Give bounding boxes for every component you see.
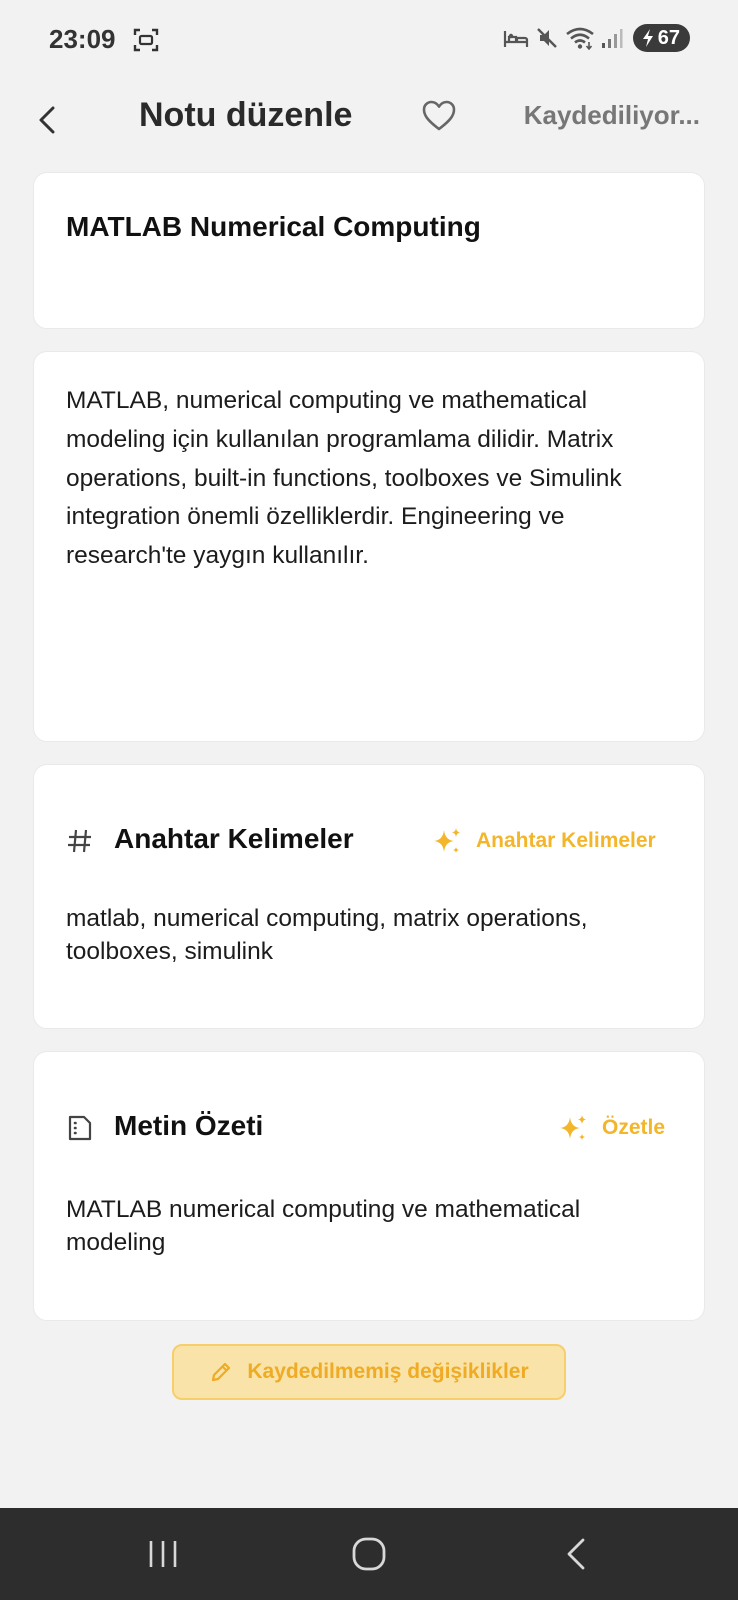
unsaved-changes-label: Kaydedilmemiş değişiklikler (247, 1360, 529, 1383)
summary-card: Metin Özeti Özetle MATLAB numerical comp… (33, 1051, 705, 1321)
recent-apps-button[interactable] (133, 1530, 193, 1578)
note-content-card[interactable]: MATLAB, numerical computing ve mathemati… (33, 351, 705, 742)
pencil-icon (212, 1362, 231, 1382)
page-title: Notu düzenle (139, 96, 353, 134)
sleep-icon (503, 31, 528, 47)
document-icon (68, 1115, 92, 1141)
hash-icon (68, 829, 91, 853)
note-title-card[interactable]: MATLAB Numerical Computing (33, 172, 705, 329)
status-icons: 67 (503, 24, 690, 52)
system-nav-bar (0, 1508, 738, 1600)
wifi-icon (565, 27, 594, 50)
battery-indicator: 67 (632, 24, 690, 52)
sparkle-icon (560, 1115, 586, 1140)
recent-apps-icon (149, 1541, 177, 1567)
note-content-input[interactable]: MATLAB, numerical computing ve mathemati… (66, 382, 668, 576)
app-header: Notu düzenle Kaydediliyor... (0, 80, 738, 172)
summary-header: Metin Özeti Özetle (66, 1110, 672, 1150)
generate-keywords-label: Anahtar Kelimeler (476, 829, 656, 852)
generate-keywords-button[interactable]: Anahtar Kelimeler (432, 826, 656, 856)
summary-title: Metin Özeti (114, 1110, 264, 1141)
back-icon (567, 1538, 585, 1570)
screenshot-icon (133, 28, 159, 52)
mute-icon (536, 28, 557, 48)
heart-icon[interactable] (421, 98, 457, 134)
sparkle-icon (434, 828, 460, 853)
signal-icon (601, 29, 623, 48)
status-bar: 23:09 67 (0, 0, 738, 80)
system-back-button[interactable] (546, 1530, 606, 1578)
keywords-header: Anahtar Kelimeler Anahtar Kelimeler (66, 823, 672, 863)
save-status: Kaydediliyor... (523, 100, 700, 130)
keywords-title: Anahtar Kelimeler (114, 823, 354, 854)
note-title-input[interactable]: MATLAB Numerical Computing (66, 211, 481, 243)
battery-level: 67 (657, 26, 680, 49)
home-button[interactable] (339, 1530, 399, 1578)
summary-text[interactable]: MATLAB numerical computing ve mathematic… (66, 1193, 664, 1259)
charging-icon (642, 29, 653, 47)
unsaved-changes-badge: Kaydedilmemiş değişiklikler (172, 1344, 566, 1400)
back-arrow-icon (39, 106, 55, 134)
home-icon (352, 1537, 386, 1571)
summarize-button[interactable]: Özetle (558, 1113, 665, 1143)
status-time: 23:09 (49, 24, 116, 54)
back-button[interactable] (30, 100, 64, 140)
summarize-label: Özetle (602, 1116, 666, 1139)
keywords-card: Anahtar Kelimeler Anahtar Kelimeler matl… (33, 764, 705, 1029)
keywords-text[interactable]: matlab, numerical computing, matrix oper… (66, 902, 664, 968)
